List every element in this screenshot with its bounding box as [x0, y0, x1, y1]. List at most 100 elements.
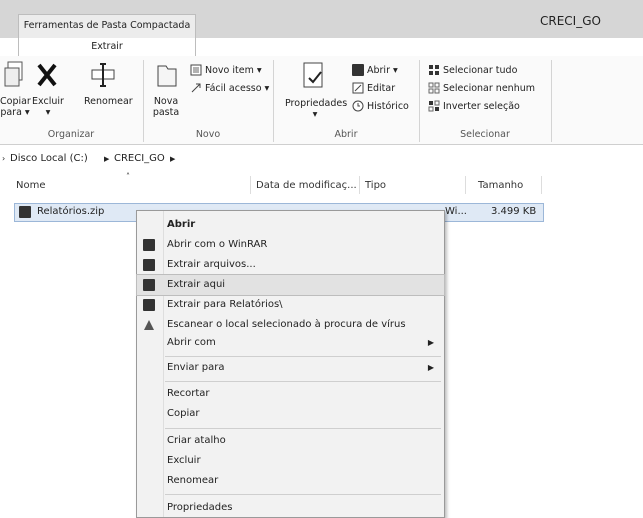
menu-item-abrir-winrar[interactable]: Abrir com o WinRAR [137, 235, 444, 255]
editar-button[interactable]: Editar [352, 82, 395, 94]
menu-separator [165, 428, 441, 429]
group-separator [551, 60, 552, 142]
select-all-icon [429, 65, 439, 75]
menu-item-label: Excluir [167, 455, 201, 466]
selecionar-tudo-button[interactable]: Selecionar tudo [428, 64, 517, 76]
column-header-tamanho[interactable]: Tamanho [478, 180, 523, 191]
nova-pasta-label: Nova pasta [152, 96, 180, 118]
group-novo: Novo [195, 129, 221, 140]
column-divider[interactable] [541, 176, 542, 194]
menu-item-copiar[interactable]: Copiar [137, 404, 444, 424]
menu-item-criar-atalho[interactable]: Criar atalho [137, 431, 444, 451]
menu-item-propriedades[interactable]: Propriedades [137, 498, 444, 518]
winrar-icon [143, 259, 155, 271]
menu-item-label: Escanear o local selecionado à procura d… [167, 319, 406, 330]
historico-button[interactable]: Histórico [352, 100, 409, 112]
group-abrir: Abrir [334, 129, 358, 140]
menu-separator [165, 494, 441, 495]
breadcrumb: › Disco Local (C:) ▶ CRECI_GO ▶ [0, 150, 643, 168]
file-type: Wi... [445, 206, 467, 217]
copiar-para-label: Copiar para ▾ [0, 96, 31, 118]
selecionar-tudo-label: Selecionar tudo [443, 64, 518, 76]
submenu-arrow-icon: ▶ [427, 338, 434, 347]
file-size: 3.499 KB [491, 206, 537, 217]
menu-item-recortar[interactable]: Recortar [137, 384, 444, 404]
zip-file-icon [19, 206, 31, 218]
nova-pasta-button[interactable] [154, 60, 180, 93]
menu-item-label: Abrir [167, 219, 196, 230]
context-tab-header: Ferramentas de Pasta Compactada [18, 14, 196, 39]
abrir-button[interactable]: Abrir ▾ [352, 64, 398, 76]
history-icon [352, 100, 364, 112]
column-header-data[interactable]: Data de modificaç... [256, 180, 357, 191]
breadcrumb-arrow-icon: ▶ [104, 155, 110, 163]
column-divider[interactable] [465, 176, 466, 194]
propriedades-button[interactable] [300, 60, 330, 95]
delete-x-icon [37, 63, 57, 87]
tab-extrair[interactable]: Extrair [18, 38, 196, 56]
menu-item-label: Extrair arquivos... [167, 259, 256, 270]
menu-item-label: Copiar [167, 408, 200, 419]
properties-icon [303, 62, 323, 88]
propriedades-dropdown-arrow[interactable]: ▾ [308, 109, 322, 120]
easy-access-icon [191, 83, 201, 93]
menu-item-abrir-com[interactable]: Abrir com ▶ [137, 333, 444, 353]
selecionar-nenhum-label: Selecionar nenhum [443, 82, 535, 94]
breadcrumb-disco-local[interactable]: Disco Local (C:) [10, 150, 88, 168]
breadcrumb-arrow-icon: › [2, 154, 6, 163]
breadcrumb-arrow-icon: ▶ [170, 155, 176, 163]
selecionar-nenhum-button[interactable]: Selecionar nenhum [428, 82, 535, 94]
file-name: Relatórios.zip [37, 206, 105, 217]
novo-item-button[interactable]: Novo item ▾ [190, 64, 262, 76]
menu-separator [165, 381, 441, 382]
renomear-button[interactable] [90, 60, 116, 93]
winrar-icon [143, 279, 155, 291]
select-none-icon [428, 82, 440, 94]
column-divider[interactable] [359, 176, 360, 194]
sort-arrow-icon: ˄ [126, 172, 130, 181]
menu-item-enviar-para[interactable]: Enviar para ▶ [137, 358, 444, 378]
menu-item-label: Enviar para [167, 362, 225, 373]
menu-item-label: Abrir com [167, 337, 216, 348]
propriedades-label: Propriedades [285, 98, 348, 109]
menu-item-label: Recortar [167, 388, 210, 399]
menu-item-label: Propriedades [167, 502, 233, 513]
menu-item-excluir[interactable]: Excluir [137, 451, 444, 471]
invert-selection-icon [428, 100, 440, 112]
menu-item-abrir[interactable]: Abrir [137, 215, 444, 235]
new-item-icon [190, 64, 202, 76]
group-selecionar: Selecionar [460, 129, 510, 140]
inverter-selecao-button[interactable]: Inverter seleção [428, 100, 520, 112]
column-header-tipo[interactable]: Tipo [365, 180, 386, 191]
column-divider[interactable] [250, 176, 251, 194]
menu-item-renomear[interactable]: Renomear [137, 471, 444, 491]
new-folder-icon [157, 65, 177, 87]
menu-item-escanear[interactable]: Escanear o local selecionado à procura d… [137, 315, 444, 335]
menu-item-extrair-arquivos[interactable]: Extrair arquivos... [137, 255, 444, 275]
menu-item-label: Extrair aqui [167, 279, 226, 290]
historico-label: Histórico [367, 100, 409, 112]
renomear-label: Renomear [84, 96, 133, 107]
excluir-dropdown-arrow[interactable]: ▾ [38, 107, 58, 118]
menu-item-extrair-aqui[interactable]: Extrair aqui [136, 274, 445, 296]
copy-to-icon [4, 61, 23, 87]
menu-item-label: Abrir com o WinRAR [167, 239, 268, 250]
column-header-nome[interactable]: Nome [16, 180, 46, 191]
excluir-button[interactable] [34, 60, 62, 93]
menu-item-label: Renomear [167, 475, 219, 486]
virus-scan-icon [144, 320, 154, 330]
window-title: CRECI_GO [540, 14, 601, 28]
menu-item-extrair-para[interactable]: Extrair para Relatórios\ [137, 295, 444, 315]
winrar-icon [143, 239, 155, 251]
column-headers: Nome ˄ Data de modificaç... Tipo Tamanho [0, 172, 643, 196]
editar-label: Editar [367, 82, 396, 94]
context-menu: Abrir Abrir com o WinRAR Extrair arquivo… [136, 210, 445, 518]
winrar-icon [143, 299, 155, 311]
facil-acesso-button[interactable]: Fácil acesso ▾ [190, 82, 269, 94]
group-organizar: Organizar [47, 129, 95, 140]
breadcrumb-creci-go[interactable]: CRECI_GO [114, 150, 165, 168]
abrir-label: Abrir ▾ [367, 64, 398, 76]
copiar-para-button[interactable] [2, 60, 28, 93]
facil-acesso-label: Fácil acesso ▾ [205, 82, 270, 94]
submenu-arrow-icon: ▶ [427, 363, 434, 372]
